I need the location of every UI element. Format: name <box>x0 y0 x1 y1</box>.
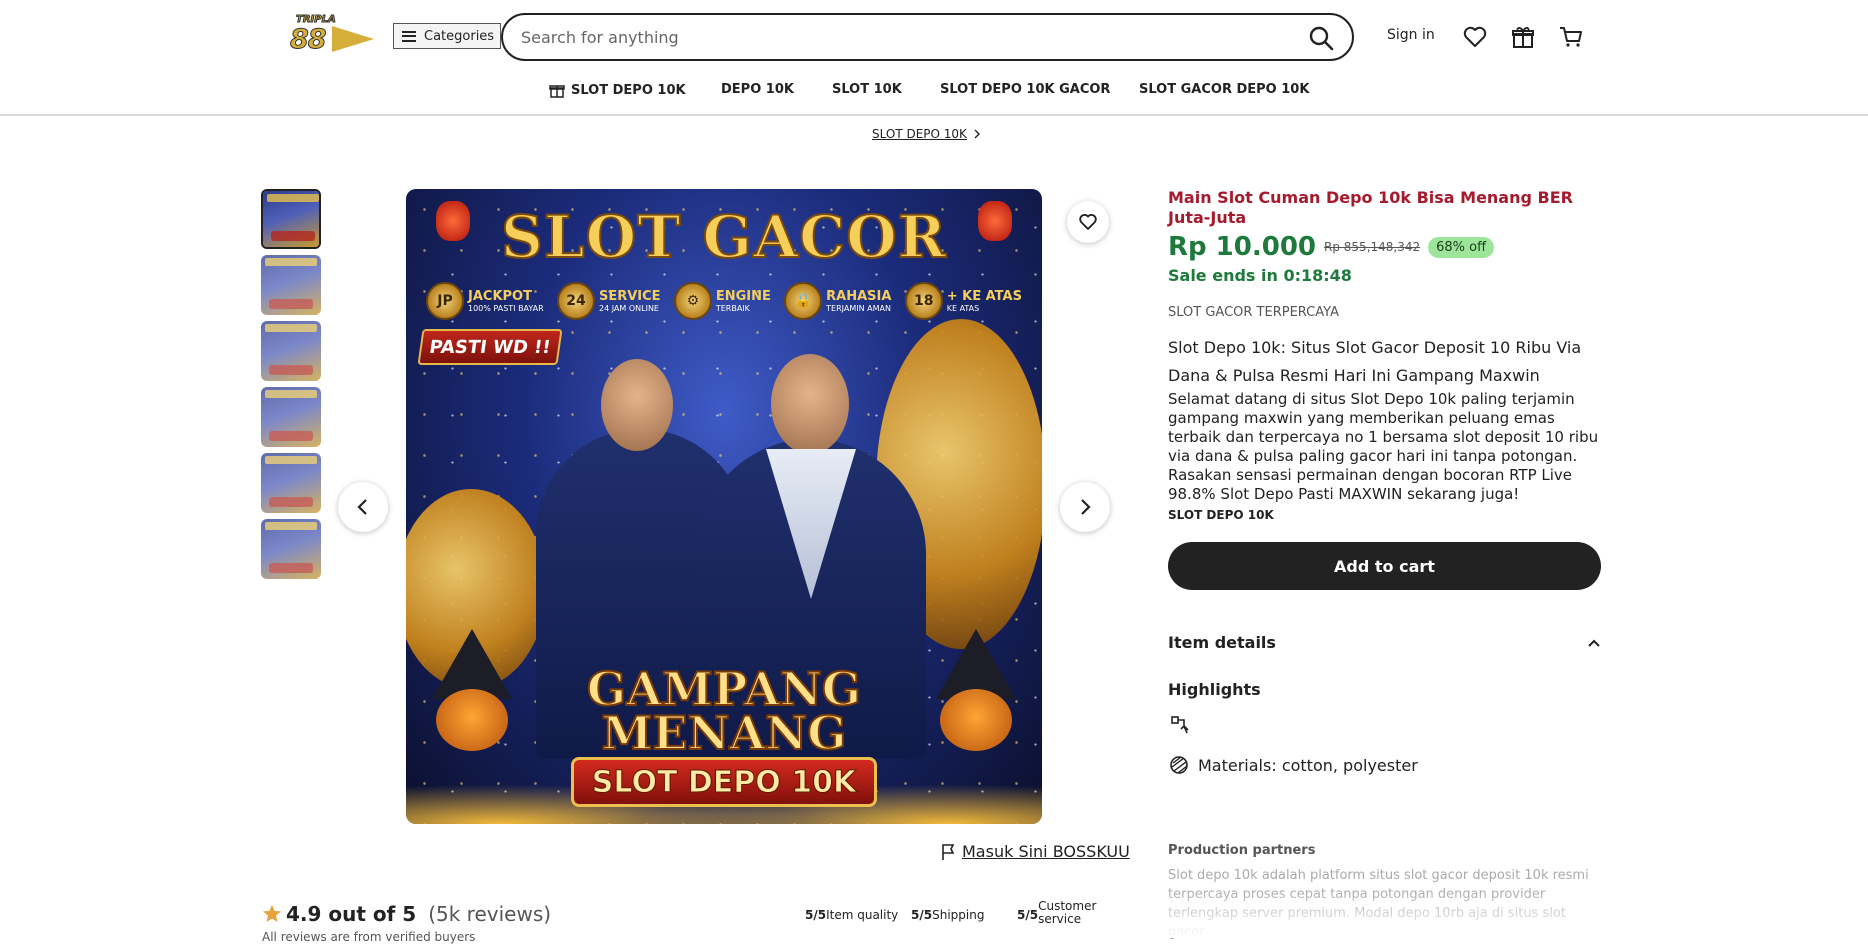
fabric-icon <box>1170 756 1188 774</box>
favorites-button[interactable] <box>1462 24 1488 50</box>
product-price: Rp 10.000 <box>1168 232 1317 262</box>
thumbnail-image[interactable] <box>261 453 321 513</box>
chevron-right-icon <box>974 129 980 139</box>
production-partners-heading: Production partners <box>1168 843 1316 858</box>
gift-button[interactable] <box>1510 24 1536 50</box>
favorite-button[interactable] <box>1067 201 1109 243</box>
item-details-toggle[interactable]: Item details <box>1168 633 1601 652</box>
thumbnail-image[interactable] <box>261 321 321 381</box>
image-banner: SLOT DEPO 10K <box>571 757 877 807</box>
search-button[interactable] <box>1308 25 1334 51</box>
cart-button[interactable] <box>1558 24 1584 50</box>
category-nav: SLOT DEPO 10K DEPO 10K SLOT 10K SLOT DEP… <box>0 82 1868 104</box>
materials-row: Materials: cotton, polyester <box>1168 754 1418 776</box>
image-title: SLOT GACOR <box>500 202 947 272</box>
heart-icon <box>1463 26 1487 47</box>
site-logo[interactable]: TRIPLA 88 <box>282 14 376 56</box>
star-icon <box>263 905 281 922</box>
subnav-label: SLOT GACOR DEPO 10K <box>1139 82 1310 97</box>
image-badge: 🔒 RAHASIA TERJAMIN AMAN <box>784 282 891 320</box>
description-title: Slot Depo 10k: Situs Slot Gacor Deposit … <box>1168 338 1582 385</box>
categories-button[interactable]: Categories <box>393 23 501 49</box>
sub-rating-customer-service: 5/5 Customer service <box>1017 899 1097 926</box>
rating-score: 4.9 out of 5 <box>286 902 417 926</box>
discount-badge: 68% off <box>1428 236 1495 258</box>
subnav-item-slot-10k[interactable]: SLOT 10K <box>832 82 902 97</box>
materials-text: Materials: cotton, polyester <box>1198 755 1418 775</box>
sign-in-link[interactable]: Sign in <box>1387 27 1435 43</box>
gift-icon <box>549 85 565 98</box>
next-image-button[interactable] <box>1060 482 1110 532</box>
report-link[interactable]: Masuk Sini BOSSKUU <box>940 842 1130 861</box>
highlights-heading: Highlights <box>1168 680 1261 699</box>
gift-icon <box>1512 27 1534 48</box>
breadcrumb: SLOT DEPO 10K <box>872 127 981 141</box>
all-reviews-note: All reviews are from verified buyers <box>262 930 476 944</box>
hamburger-icon <box>402 30 416 42</box>
breadcrumb-link[interactable]: SLOT DEPO 10K <box>872 127 967 141</box>
rating-reviews[interactable]: (5k reviews) <box>428 902 551 926</box>
price-row: Rp 10.000 Rp 855,148,342 68% off <box>1168 232 1601 262</box>
subnav-item-slot-depo-10k-gacor[interactable]: SLOT DEPO 10K GACOR <box>940 82 1110 97</box>
chevron-left-icon <box>357 499 367 515</box>
sub-rating-item-quality: 5/5 Item quality <box>805 908 899 922</box>
image-badge: 18 + KE ATAS KE ATAS <box>904 282 1022 320</box>
flag-icon <box>942 843 955 860</box>
subnav-label: SLOT 10K <box>832 82 902 97</box>
face-right <box>771 354 849 454</box>
subnav-label: SLOT DEPO 10K GACOR <box>940 82 1111 97</box>
subnav-label: DEPO 10K <box>721 82 794 97</box>
product-tag: SLOT DEPO 10K <box>1168 508 1274 522</box>
thumbnail-image[interactable] <box>261 519 321 579</box>
categories-label: Categories <box>424 28 495 44</box>
rating-summary: 4.9 out of 5 (5k reviews) <box>262 902 551 926</box>
cart-icon <box>1560 27 1582 47</box>
subnav-item-slot-depo-10k[interactable]: SLOT DEPO 10K <box>549 82 686 98</box>
subnav-label: SLOT DEPO 10K <box>571 82 686 98</box>
image-badge: JP JACKPOT 100% PASTI BAYAR <box>426 282 544 320</box>
product-title: Main Slot Cuman Depo 10k Bisa Menang BER… <box>1168 188 1573 227</box>
product-info: Main Slot Cuman Depo 10k Bisa Menang BER… <box>1168 188 1601 522</box>
thumbnail-image[interactable] <box>261 255 321 315</box>
add-to-cart-button[interactable]: Add to cart <box>1168 542 1601 590</box>
prev-image-button[interactable] <box>338 482 388 532</box>
logo-big-text: 88 <box>290 24 328 56</box>
thumbnail-list <box>261 189 321 585</box>
subnav-item-slot-gacor-depo-10k[interactable]: SLOT GACOR DEPO 10K <box>1139 82 1309 97</box>
subnav-item-depo-10k[interactable]: DEPO 10K <box>721 82 794 97</box>
search-icon <box>1309 26 1334 51</box>
image-pasti-label: PASTI WD !! <box>417 329 563 365</box>
handmade-icon <box>1171 716 1189 734</box>
seller-name[interactable]: SLOT GACOR TERPERCAYA <box>1168 305 1601 320</box>
thumbnail-image[interactable] <box>261 189 321 249</box>
description-text: Selamat datang di situs Slot Depo 10k pa… <box>1168 390 1599 503</box>
sub-rating-shipping: 5/5 Shipping <box>911 908 985 922</box>
report-label: Masuk Sini BOSSKUU <box>962 842 1130 861</box>
face-left <box>601 359 673 451</box>
chevron-up-icon <box>1588 639 1600 647</box>
search-bar <box>501 13 1354 61</box>
search-input[interactable] <box>521 25 1281 49</box>
image-gampang-text: GAMPANG MENANG <box>586 662 862 760</box>
image-badge: 24 SERVICE 24 JAM ONLINE <box>556 282 661 320</box>
sale-countdown: Sale ends in 0:18:48 <box>1168 266 1352 285</box>
chevron-right-icon <box>1081 499 1091 515</box>
item-details-label: Item details <box>1168 633 1276 652</box>
image-badge: ⚙ ENGINE TERBAIK <box>673 282 771 320</box>
product-main-image[interactable]: SLOT GACOR JP JACKPOT 100% PASTI BAYAR 24 S… <box>406 189 1042 824</box>
thumbnail-image[interactable] <box>261 387 321 447</box>
heart-icon <box>1079 214 1097 230</box>
site-header: TRIPLA 88 Categories Sign in SLOT DEPO 1… <box>0 0 1868 116</box>
image-badge-row: JP JACKPOT 100% PASTI BAYAR 24 SERVICE 24 JA… <box>426 277 1022 325</box>
original-price: Rp 855,148,342 <box>1324 240 1421 254</box>
